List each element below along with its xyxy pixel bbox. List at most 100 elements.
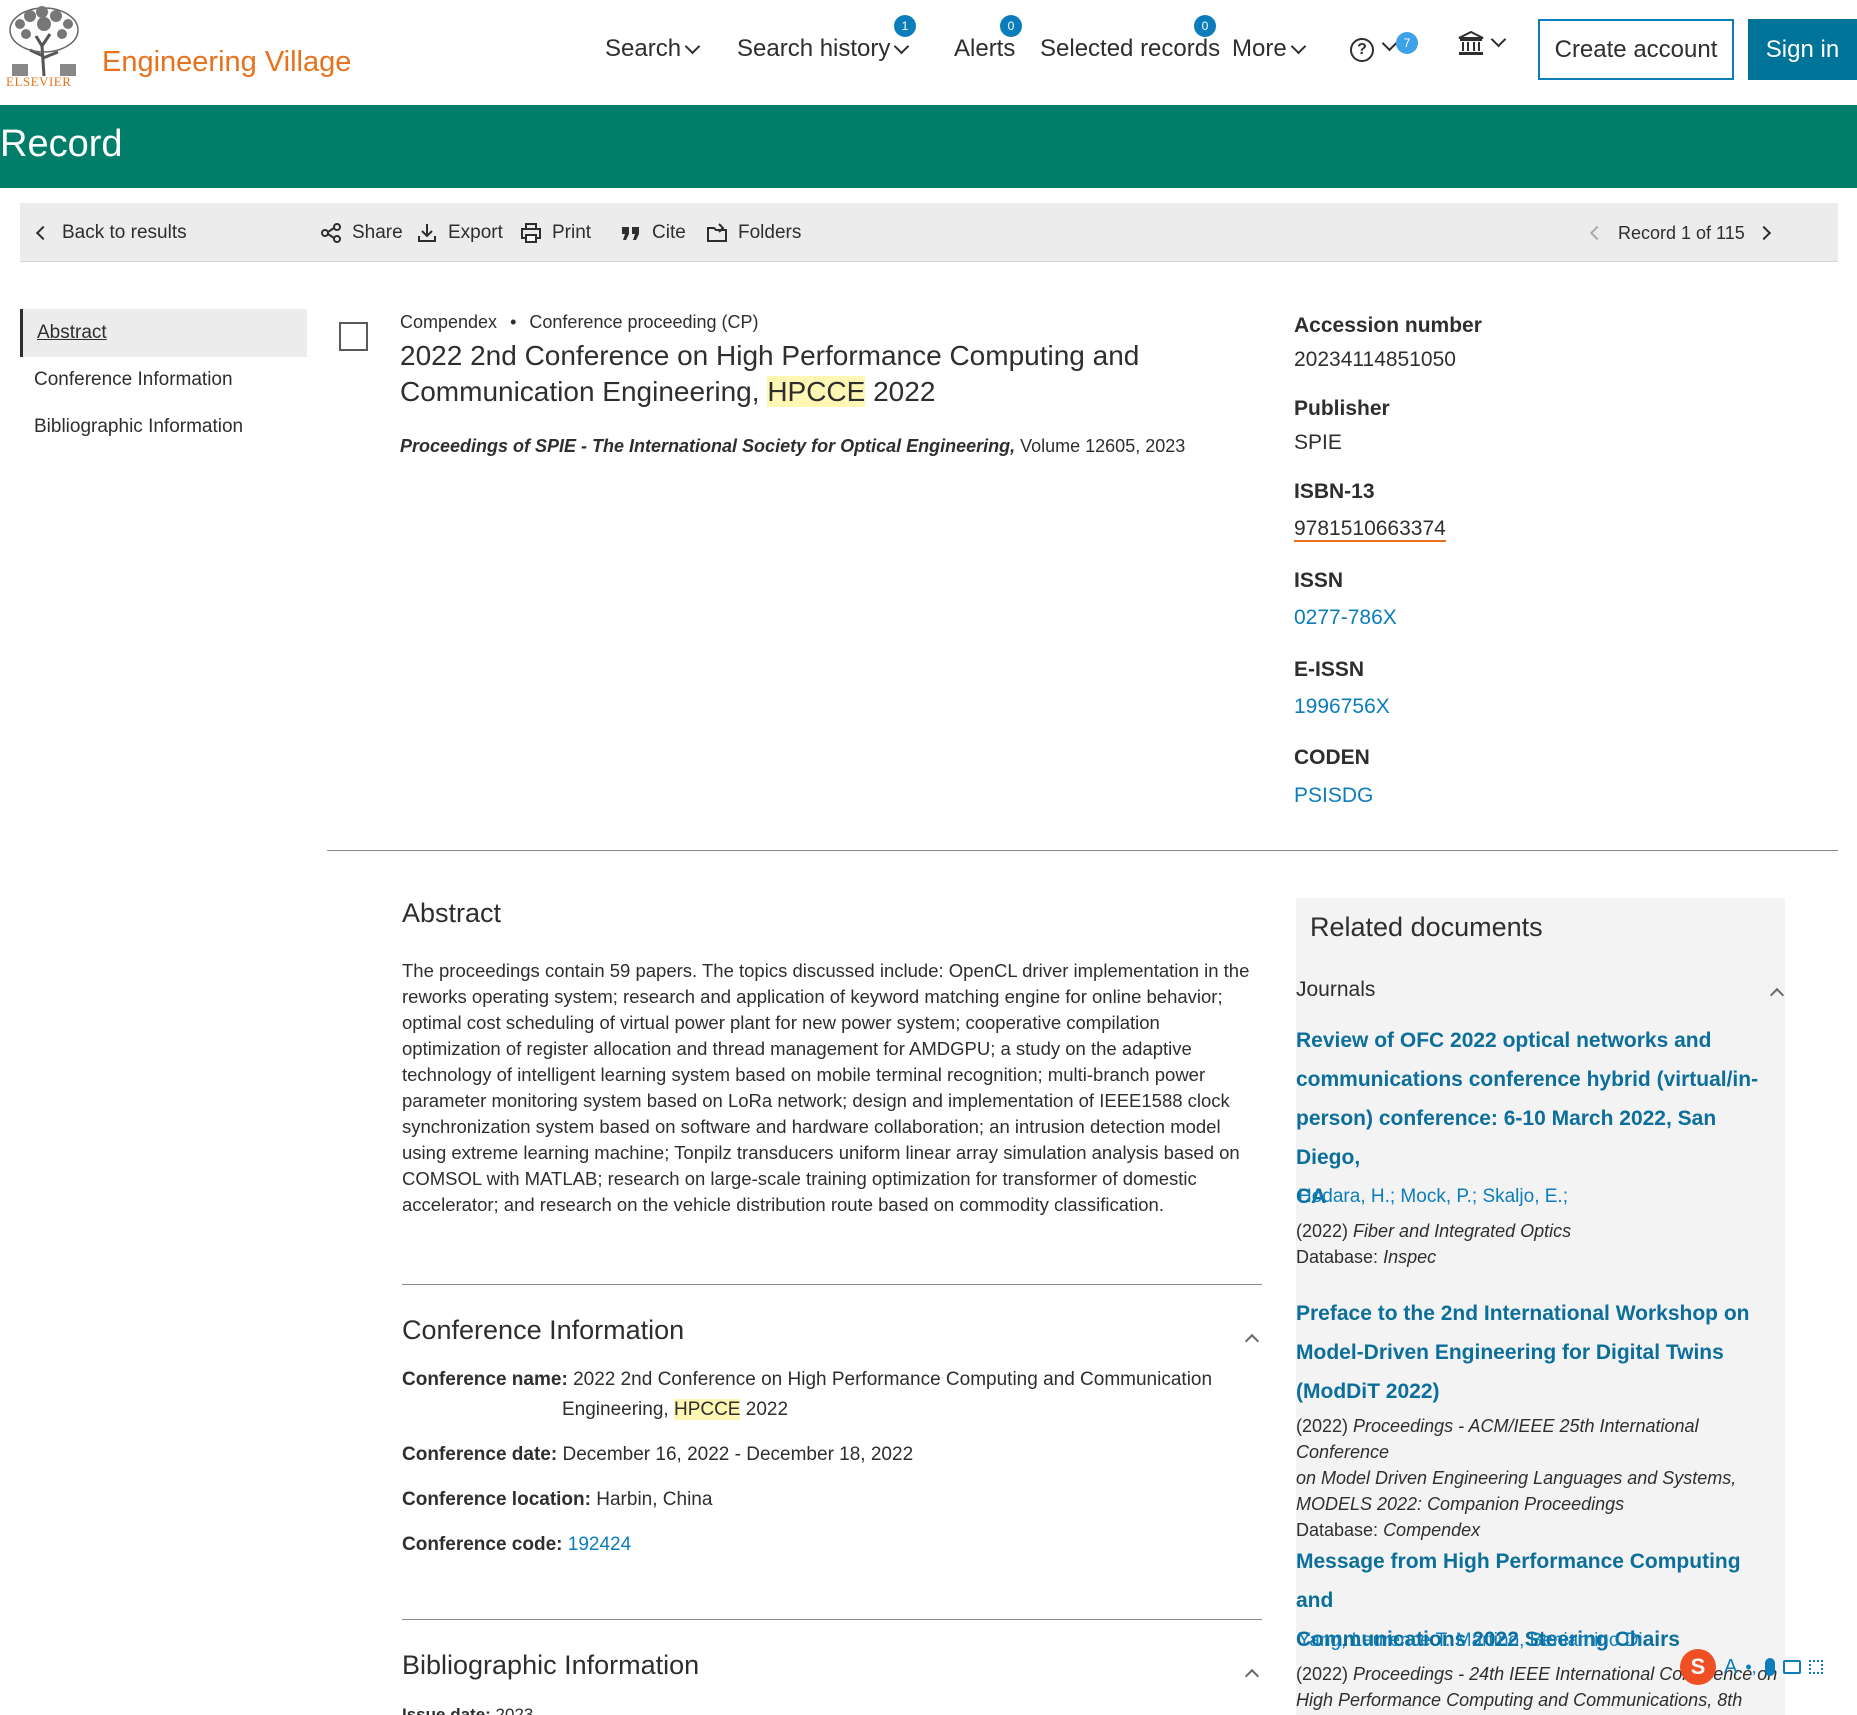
next-record-icon[interactable] <box>1756 225 1771 241</box>
conference-code-link[interactable]: 192424 <box>568 1534 631 1555</box>
collapse-conference-icon[interactable] <box>1244 1333 1260 1349</box>
isbn-value-text: 9781510663374 <box>1294 517 1446 542</box>
issn-label: ISSN <box>1294 569 1344 592</box>
keyboard-icon[interactable] <box>1782 1660 1801 1674</box>
institution-icon[interactable] <box>1457 30 1485 61</box>
nav-search-history[interactable]: Search history <box>737 32 910 66</box>
alerts-badge: 0 <box>1000 15 1022 37</box>
eissn-link[interactable]: 1996756X <box>1294 695 1390 719</box>
print-button[interactable]: Print <box>520 218 591 248</box>
record-meta: Compendex • Conference proceeding (CP) <box>400 312 759 332</box>
conference-name-line2-end: 2022 <box>740 1399 789 1420</box>
related-doc-authors[interactable]: Hodara, H.; Mock, P.; Skaljo, E.; <box>1298 1186 1568 1208</box>
related-doc-source-title: MODELS 2022: Companion Proceedings <box>1296 1494 1625 1514</box>
conference-date-label: Conference date: <box>402 1444 558 1465</box>
nav-search[interactable]: Search <box>605 32 701 66</box>
issn-link[interactable]: 0277-786X <box>1294 606 1397 630</box>
related-doc-authors[interactable]: Yang, Laurence T. Martino, Beniamino Di <box>1298 1630 1643 1652</box>
isbn-label: ISBN-13 <box>1294 480 1375 503</box>
folder-add-icon <box>707 223 727 242</box>
related-doc-db-label: Database: <box>1296 1247 1384 1267</box>
related-doc-source-title: Fiber and Integrated Optics <box>1353 1221 1572 1241</box>
chevron-down-icon[interactable] <box>1490 31 1507 48</box>
brand-link[interactable]: Engineering Village <box>102 46 351 79</box>
issue-date-value: 2023 <box>495 1705 534 1715</box>
leftnav-bibliographic-information[interactable]: Bibliographic Information <box>20 403 307 451</box>
share-label: Share <box>352 222 403 243</box>
collapse-bibliographic-icon[interactable] <box>1244 1668 1260 1684</box>
record-title-line1: 2022 2nd Conference on High Performance … <box>400 340 1140 371</box>
chevron-down-icon[interactable] <box>1381 35 1398 52</box>
nav-search-history-label: Search history <box>737 35 891 62</box>
abstract-heading: Abstract <box>402 898 502 928</box>
chevron-down-icon <box>684 38 701 54</box>
source-journal: Proceedings of SPIE - The International … <box>400 436 1016 456</box>
microphone-icon[interactable] <box>1764 1658 1775 1676</box>
menu-grid-icon[interactable] <box>1808 1660 1823 1674</box>
font-icon[interactable]: A <box>1724 1656 1737 1679</box>
abstract-line: The proceedings contain 59 papers. The t… <box>402 960 1250 981</box>
folders-label: Folders <box>738 222 802 243</box>
sign-in-button[interactable]: Sign in <box>1748 19 1857 80</box>
nav-alerts[interactable]: Alerts <box>954 32 1015 66</box>
related-doc-year: (2022) <box>1296 1664 1354 1684</box>
leftnav-abstract[interactable]: Abstract <box>20 309 307 357</box>
related-doc-source-title: on Model Driven Engineering Languages an… <box>1296 1468 1737 1488</box>
conference-date-row: Conference date: December 16, 2022 - Dec… <box>402 1440 1242 1470</box>
related-doc-source: (2022) Fiber and Integrated Optics Datab… <box>1296 1218 1781 1270</box>
record-counter: Record 1 of 115 <box>1618 222 1745 243</box>
nav-search-label: Search <box>605 35 682 62</box>
conference-code-label: Conference code: <box>402 1534 563 1555</box>
back-to-results-button[interactable]: Back to results <box>35 218 187 248</box>
create-account-button[interactable]: Create account <box>1538 19 1734 80</box>
related-doc-source-title: High Performance Computing and Communica… <box>1296 1690 1743 1710</box>
previous-record-icon[interactable] <box>1589 225 1605 241</box>
document-type: Conference proceeding (CP) <box>529 312 759 332</box>
coden-link[interactable]: PSISDG <box>1294 784 1373 808</box>
page-title-band: Record <box>0 105 1857 188</box>
nav-selected-records[interactable]: Selected records <box>1040 32 1220 66</box>
abstract-line: optimization of register allocation and … <box>402 1038 1192 1059</box>
conference-location-row: Conference location: Harbin, China <box>402 1485 1242 1515</box>
abstract-line: using extreme learning machine; Tonpilz … <box>402 1142 1240 1163</box>
export-button[interactable]: Export <box>416 218 503 248</box>
record-title-line2: Communication Engineering, <box>400 376 768 407</box>
related-doc-line: (ModDiT 2022) <box>1296 1380 1440 1403</box>
leftnav-conference-information[interactable]: Conference Information <box>20 356 307 404</box>
folders-button[interactable]: Folders <box>706 218 801 248</box>
issue-date-label: Issue date: <box>402 1705 491 1715</box>
related-doc-db-label: Database: <box>1296 1520 1384 1540</box>
cite-button[interactable]: Cite <box>620 218 686 248</box>
chevron-left-icon <box>35 225 51 241</box>
related-doc-db-value: Inspec <box>1383 1247 1437 1267</box>
cite-label: Cite <box>652 222 686 243</box>
elsevier-wordmark: ELSEVIER <box>6 74 72 89</box>
related-doc-link[interactable]: Preface to the 2nd International Worksho… <box>1296 1294 1776 1411</box>
accession-value: 20234114851050 <box>1294 348 1456 371</box>
sogou-logo-icon[interactable]: S <box>1680 1649 1716 1685</box>
abstract-line: synchronization system based on software… <box>402 1116 1221 1137</box>
conference-name-line2: Engineering, <box>562 1399 674 1420</box>
title-highlight: HPCCE <box>767 376 866 407</box>
help-icon[interactable]: ? <box>1350 38 1374 62</box>
related-doc-line: communications conference hybrid (virtua… <box>1296 1068 1759 1091</box>
collapse-journals-icon[interactable] <box>1769 987 1785 1003</box>
related-doc-source-title: Proceedings - ACM/IEEE 25th Internationa… <box>1296 1416 1699 1462</box>
isbn-value[interactable]: 9781510663374 <box>1294 517 1446 542</box>
record-select-checkbox[interactable] <box>339 322 368 351</box>
selected-records-badge: 0 <box>1194 15 1216 37</box>
section-divider <box>402 1284 1262 1285</box>
coden-label: CODEN <box>1294 746 1370 769</box>
record-title: 2022 2nd Conference on High Performance … <box>400 338 1200 410</box>
nav-more[interactable]: More <box>1232 32 1306 66</box>
punctuation-icon[interactable]: •, <box>1745 1657 1756 1678</box>
section-divider <box>327 850 1838 851</box>
nav-more-label: More <box>1232 35 1287 62</box>
share-button[interactable]: Share <box>320 218 403 248</box>
related-doc-line: Review of OFC 2022 optical networks and <box>1296 1029 1712 1052</box>
search-history-badge: 1 <box>894 15 916 37</box>
record-toolbar: Back to results Share Export Print Cite <box>20 203 1838 262</box>
abstract-line: optimal cost scheduling of virtual power… <box>402 1012 1160 1033</box>
eissn-label: E-ISSN <box>1294 658 1365 681</box>
top-header: ELSEVIER Engineering Village Search Sear… <box>0 0 1857 105</box>
